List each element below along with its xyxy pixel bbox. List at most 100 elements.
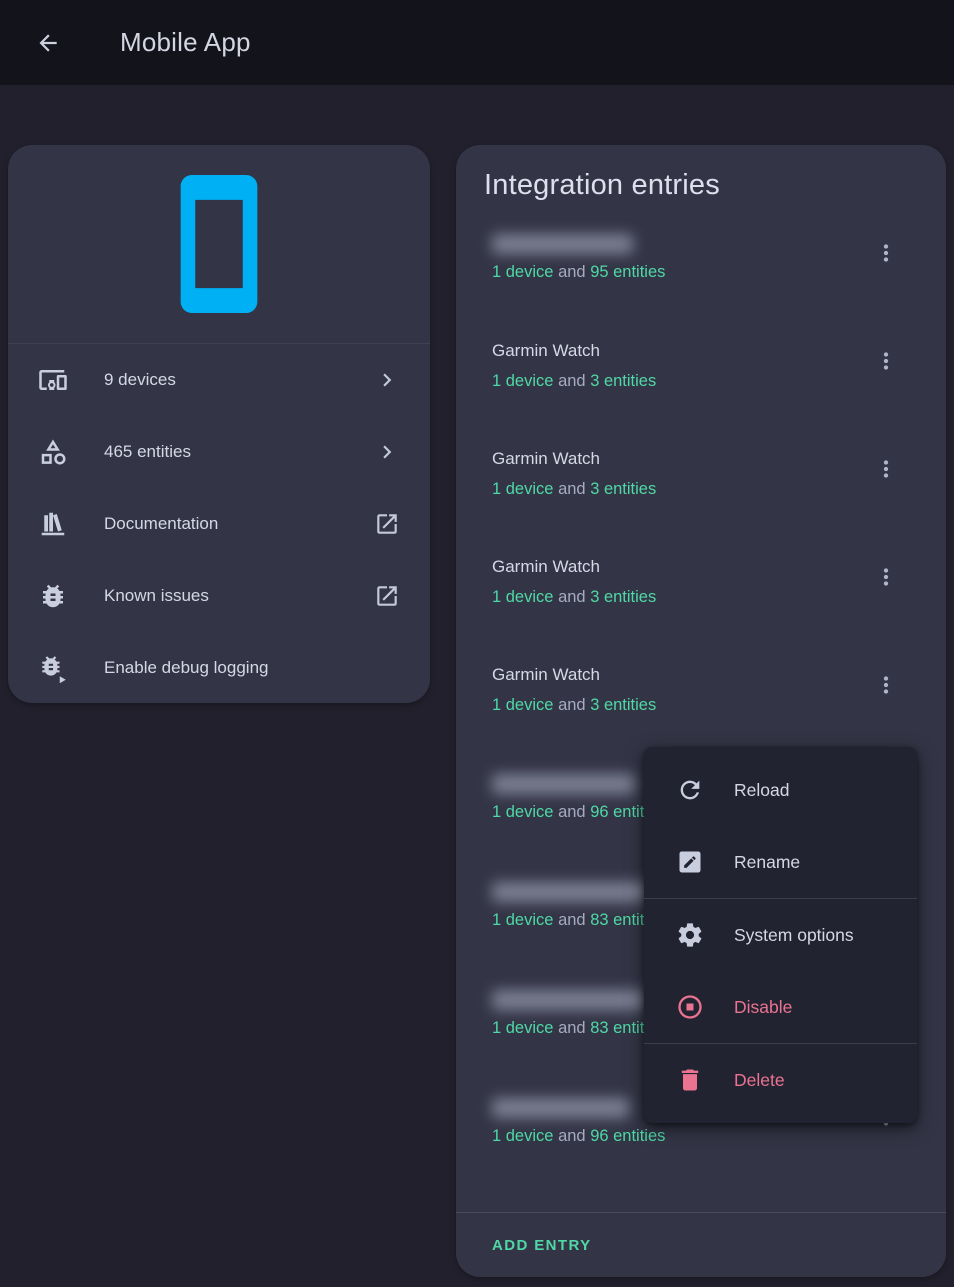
dots-vertical-icon <box>873 456 899 482</box>
entry-device-link[interactable]: 1 device <box>492 1019 553 1037</box>
integration-entry-row: 1 device and 95 entities <box>456 216 946 324</box>
integration-entry-row: Garmin Watch 1 device and 3 entities <box>456 540 946 648</box>
menu-item-rename[interactable]: Rename <box>644 826 917 898</box>
integration-entry-row: Garmin Watch 1 device and 3 entities <box>456 648 946 756</box>
menu-item-delete[interactable]: Delete <box>644 1044 917 1116</box>
cellphone-icon <box>173 174 265 314</box>
devices-row[interactable]: 9 devices <box>8 344 430 416</box>
entry-and-text: and <box>558 588 590 606</box>
entry-name: Garmin Watch <box>492 339 656 363</box>
menu-item-label: System options <box>734 925 854 946</box>
entry-subtitle: 1 device and 3 entities <box>492 586 656 608</box>
menu-item-disable[interactable]: Disable <box>644 971 917 1043</box>
entry-device-link[interactable]: 1 device <box>492 911 553 929</box>
bookshelf-icon <box>38 509 68 539</box>
entry-menu-button[interactable] <box>866 233 906 273</box>
entry-and-text: and <box>558 911 590 929</box>
entry-device-link[interactable]: 1 device <box>492 372 553 390</box>
menu-item-label: Rename <box>734 852 800 873</box>
entry-name-redacted <box>492 990 645 1010</box>
entry-and-text: and <box>558 803 590 821</box>
dots-vertical-icon <box>873 240 899 266</box>
integration-icon-area <box>8 145 430 343</box>
back-button[interactable] <box>24 19 72 67</box>
entry-subtitle: 1 device and 3 entities <box>492 478 656 500</box>
add-entry-row: ADD ENTRY <box>456 1212 946 1277</box>
entry-name-redacted <box>492 774 635 794</box>
entry-entities-link[interactable]: 3 entities <box>590 588 656 606</box>
entry-name-redacted <box>492 1098 629 1118</box>
arrow-left-icon <box>35 30 61 56</box>
known-issues-row[interactable]: Known issues <box>8 560 430 632</box>
entry-and-text: and <box>558 696 590 714</box>
entry-entities-link[interactable]: 3 entities <box>590 480 656 498</box>
system-options-icon <box>676 921 704 949</box>
documentation-row[interactable]: Documentation <box>8 488 430 560</box>
entry-texts: 1 device and 83 entities <box>492 987 665 1039</box>
open-in-new-icon <box>374 511 400 537</box>
bug-icon <box>38 581 68 611</box>
entry-menu-button[interactable] <box>866 665 906 705</box>
known-issues-row-label: Known issues <box>104 586 374 606</box>
open-in-new-icon <box>374 583 400 609</box>
entry-name: Garmin Watch <box>492 447 656 471</box>
dots-vertical-icon <box>873 672 899 698</box>
entry-menu-button[interactable] <box>866 557 906 597</box>
devices-row-label: 9 devices <box>104 370 374 390</box>
entry-texts: Garmin Watch 1 device and 3 entities <box>492 663 656 716</box>
entry-name: Garmin Watch <box>492 663 656 687</box>
dots-vertical-icon <box>873 564 899 590</box>
entry-device-link[interactable]: 1 device <box>492 588 553 606</box>
entry-texts: 1 device and 95 entities <box>492 231 665 283</box>
entry-subtitle: 1 device and 96 entities <box>492 1125 665 1147</box>
entry-texts: Garmin Watch 1 device and 3 entities <box>492 339 656 392</box>
entry-entities-link[interactable]: 95 entities <box>590 263 665 281</box>
entry-device-link[interactable]: 1 device <box>492 1127 553 1145</box>
entry-name: Garmin Watch <box>492 555 656 579</box>
chevron-right-icon <box>374 439 400 465</box>
bug-play-icon <box>38 653 68 683</box>
app-header: Mobile App <box>0 0 954 85</box>
entry-device-link[interactable]: 1 device <box>492 803 553 821</box>
enable-debug-logging-row[interactable]: Enable debug logging <box>8 632 430 704</box>
entry-device-link[interactable]: 1 device <box>492 480 553 498</box>
add-entry-button[interactable]: ADD ENTRY <box>492 1229 600 1262</box>
menu-item-system-options[interactable]: System options <box>644 899 917 971</box>
dots-vertical-icon <box>873 348 899 374</box>
menu-item-label: Disable <box>734 997 792 1018</box>
entry-and-text: and <box>558 1019 590 1037</box>
entry-device-link[interactable]: 1 device <box>492 696 553 714</box>
entry-and-text: and <box>558 480 590 498</box>
devices-icon <box>38 365 68 395</box>
chevron-right-icon <box>374 367 400 393</box>
documentation-row-label: Documentation <box>104 514 374 534</box>
menu-item-label: Delete <box>734 1070 785 1091</box>
page-title: Mobile App <box>120 27 251 58</box>
entry-entities-link[interactable]: 3 entities <box>590 696 656 714</box>
entry-name-redacted <box>492 882 647 902</box>
menu-item-label: Reload <box>734 780 789 801</box>
entry-subtitle: 1 device and 96 entities <box>492 801 665 823</box>
entry-context-menu: Reload Rename System options Disable Del… <box>644 747 917 1123</box>
entry-texts: 1 device and 83 entities <box>492 879 665 931</box>
integration-card: 9 devices 465 entities Documentation <box>8 145 430 703</box>
reload-icon <box>676 776 704 804</box>
entry-menu-button[interactable] <box>866 341 906 381</box>
entry-and-text: and <box>558 1127 590 1145</box>
enable-debug-logging-label: Enable debug logging <box>104 658 400 678</box>
integration-info-rows: 9 devices 465 entities Documentation <box>8 343 430 704</box>
menu-item-reload[interactable]: Reload <box>644 754 917 826</box>
entry-subtitle: 1 device and 3 entities <box>492 370 656 392</box>
entities-row[interactable]: 465 entities <box>8 416 430 488</box>
entry-entities-link[interactable]: 96 entities <box>590 1127 665 1145</box>
entry-texts: 1 device and 96 entities <box>492 1095 665 1147</box>
entry-device-link[interactable]: 1 device <box>492 263 553 281</box>
integration-entry-row: Garmin Watch 1 device and 3 entities <box>456 432 946 540</box>
entities-row-label: 465 entities <box>104 442 374 462</box>
entry-subtitle: 1 device and 83 entities <box>492 909 665 931</box>
entry-entities-link[interactable]: 3 entities <box>590 372 656 390</box>
entry-subtitle: 1 device and 95 entities <box>492 261 665 283</box>
disable-icon <box>676 993 704 1021</box>
integration-entry-row: Garmin Watch 1 device and 3 entities <box>456 324 946 432</box>
entry-menu-button[interactable] <box>866 449 906 489</box>
